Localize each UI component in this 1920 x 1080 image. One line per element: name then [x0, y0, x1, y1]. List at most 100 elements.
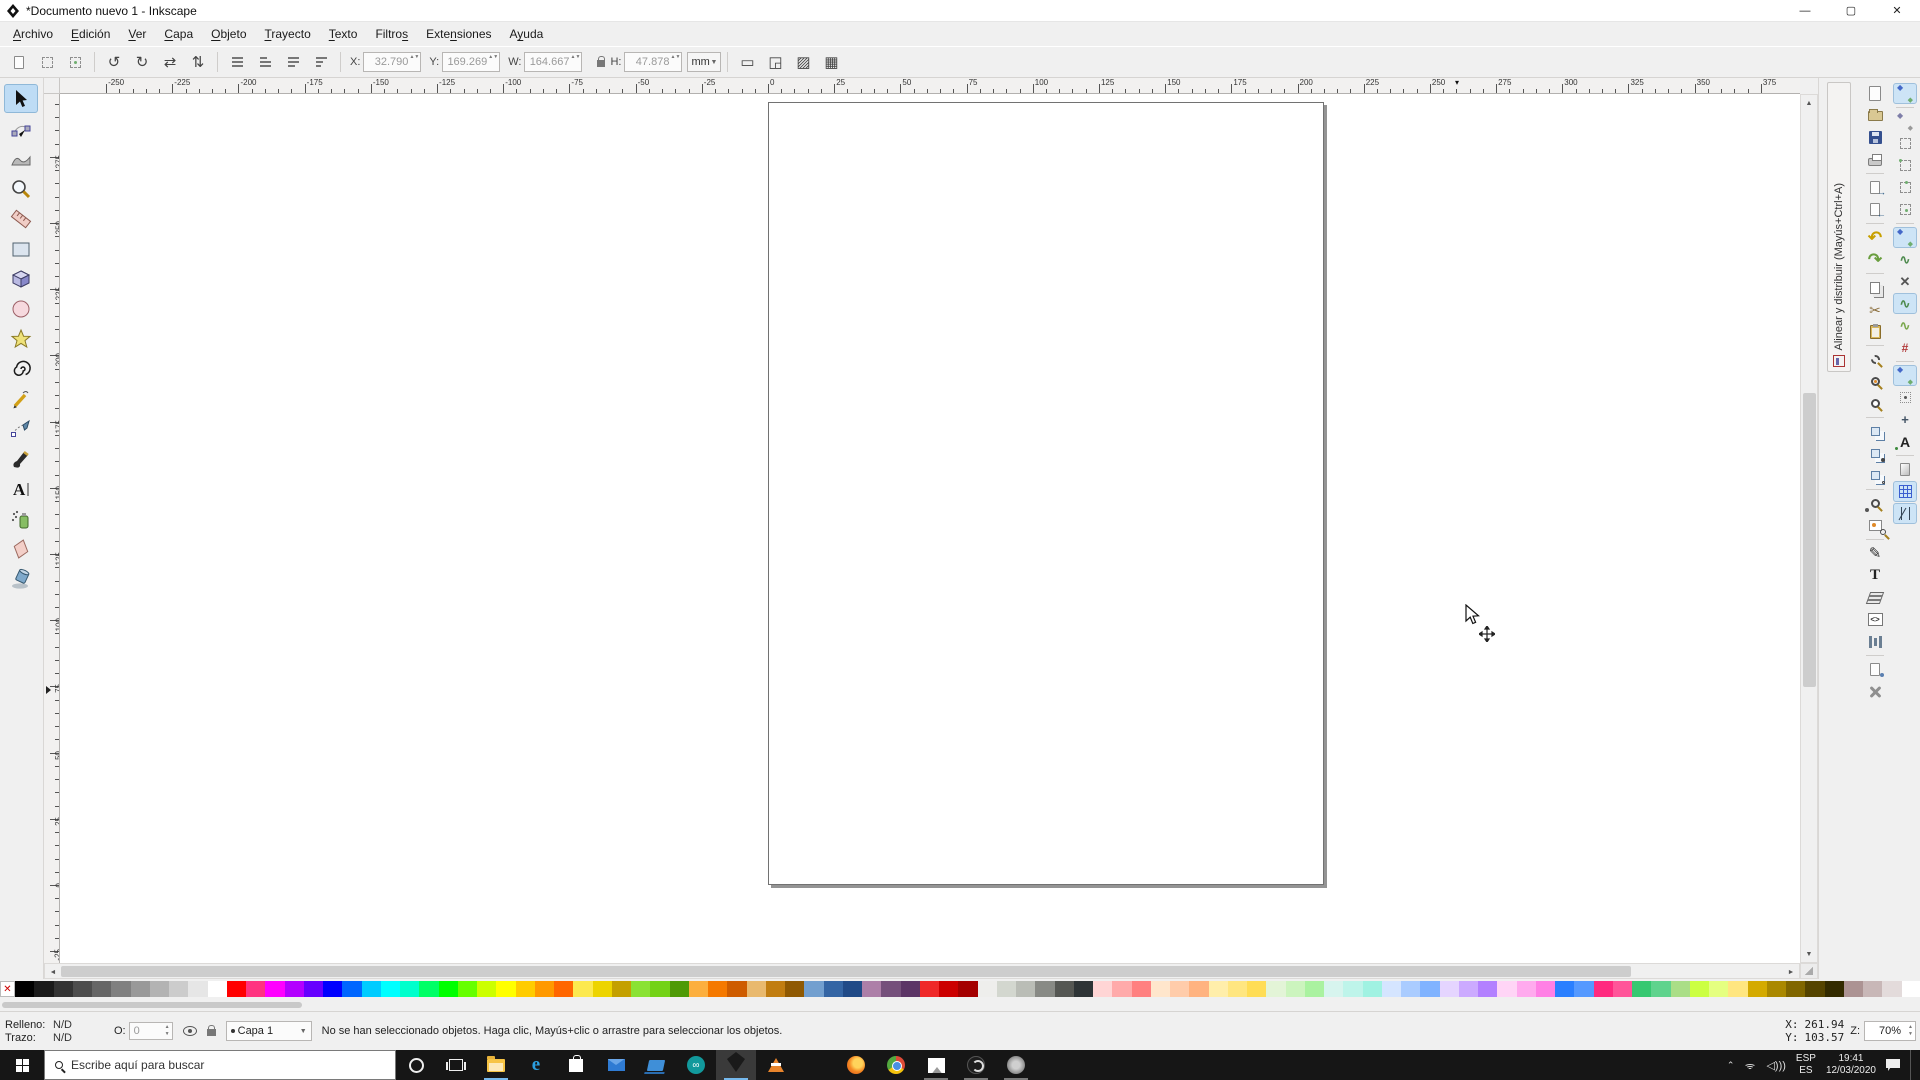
color-swatch[interactable]	[92, 981, 112, 997]
color-swatch[interactable]	[592, 981, 612, 997]
task-view-button[interactable]	[436, 1050, 476, 1080]
color-swatch[interactable]	[400, 981, 420, 997]
paste-button[interactable]	[1863, 321, 1887, 342]
preferences-button[interactable]	[1863, 681, 1887, 702]
color-swatch[interactable]	[111, 981, 131, 997]
color-swatch[interactable]	[457, 981, 477, 997]
horizontal-scroll-thumb[interactable]	[61, 966, 1631, 977]
color-swatch[interactable]	[496, 981, 516, 997]
zoom-drawing-button[interactable]	[1863, 371, 1887, 392]
ellipse-tool[interactable]	[4, 294, 38, 323]
snap-nodes-toggle[interactable]	[1893, 227, 1917, 248]
rectangle-tool[interactable]	[4, 234, 38, 263]
color-swatch[interactable]	[1593, 981, 1613, 997]
color-swatch[interactable]	[669, 981, 689, 997]
unlink-clone-button[interactable]	[1863, 465, 1887, 486]
snap-bbox-centers-toggle[interactable]	[1893, 199, 1917, 220]
deselect-button[interactable]	[62, 49, 88, 75]
layer-visibility-icon[interactable]	[182, 1026, 197, 1036]
calligraphy-tool[interactable]	[4, 444, 38, 473]
layer-lock-icon[interactable]	[206, 1025, 216, 1036]
color-swatch[interactable]	[438, 981, 458, 997]
vertical-ruler[interactable]: -250255075100125150175200225250275	[44, 94, 60, 963]
color-swatch[interactable]	[862, 981, 882, 997]
color-swatch[interactable]	[1150, 981, 1170, 997]
notifications-icon[interactable]	[1886, 1059, 1900, 1071]
color-swatch[interactable]	[323, 981, 343, 997]
snap-cusp-nodes-toggle[interactable]: ∿	[1893, 293, 1917, 314]
menu-capa[interactable]: Capa	[155, 24, 202, 44]
color-swatch[interactable]	[1189, 981, 1209, 997]
scale-corners-toggle[interactable]: ◲	[762, 49, 788, 75]
taskbar-app-store[interactable]	[556, 1050, 596, 1080]
color-swatch[interactable]	[1574, 981, 1594, 997]
color-swatch[interactable]	[823, 981, 843, 997]
scroll-right-arrow[interactable]: ►	[1783, 964, 1799, 980]
color-swatch[interactable]	[1824, 981, 1844, 997]
tweak-tool[interactable]	[4, 144, 38, 173]
snap-page-border-toggle[interactable]	[1893, 459, 1917, 480]
x-input[interactable]: 32.790 ▲▼	[363, 52, 422, 72]
menu-filtros[interactable]: Filtros	[366, 24, 417, 44]
clock[interactable]: 19:41 12/03/2020	[1826, 1053, 1876, 1077]
color-swatch[interactable]	[1304, 981, 1324, 997]
color-swatch[interactable]	[727, 981, 747, 997]
rotate-90-ccw-button[interactable]: ↺	[101, 49, 127, 75]
color-swatch[interactable]	[15, 981, 35, 997]
color-swatch[interactable]	[1247, 981, 1267, 997]
menu-archivo[interactable]: Archivo	[4, 24, 62, 44]
color-swatch[interactable]	[1497, 981, 1517, 997]
color-swatch[interactable]	[573, 981, 593, 997]
clone-button[interactable]	[1863, 443, 1887, 464]
taskbar-app-media-app[interactable]	[996, 1050, 1036, 1080]
color-swatch[interactable]	[1093, 981, 1113, 997]
text-tool[interactable]: A	[4, 474, 38, 503]
raise-to-top-button[interactable]	[224, 49, 250, 75]
color-swatch[interactable]	[1131, 981, 1151, 997]
color-swatch[interactable]	[1208, 981, 1228, 997]
vertical-scrollbar[interactable]: ▲ ▼	[1800, 94, 1818, 963]
color-swatch[interactable]	[1555, 981, 1575, 997]
snap-bbox-edges-toggle[interactable]	[1893, 133, 1917, 154]
color-swatch[interactable]	[842, 981, 862, 997]
color-swatch[interactable]	[1016, 981, 1036, 997]
color-swatch[interactable]	[1381, 981, 1401, 997]
color-swatch[interactable]	[958, 981, 978, 997]
color-swatch[interactable]	[149, 981, 169, 997]
box-3d-tool[interactable]	[4, 264, 38, 293]
paint-bucket-tool[interactable]	[4, 564, 38, 593]
snap-text-anchors-toggle[interactable]: A	[1893, 431, 1917, 452]
zoom-selection-button[interactable]	[1863, 349, 1887, 370]
color-swatch[interactable]	[919, 981, 939, 997]
color-swatch[interactable]	[804, 981, 824, 997]
snap-grids-toggle[interactable]	[1893, 481, 1917, 502]
color-swatch[interactable]	[1266, 981, 1286, 997]
color-swatch[interactable]	[939, 981, 959, 997]
color-swatch[interactable]	[1054, 981, 1074, 997]
color-swatch[interactable]	[72, 981, 92, 997]
color-swatch[interactable]	[246, 981, 266, 997]
measure-tool[interactable]	[4, 204, 38, 233]
fill-stroke-dialog-button[interactable]: ✎	[1863, 543, 1887, 564]
snap-smooth-nodes-toggle[interactable]: ∿	[1893, 315, 1917, 336]
color-swatch[interactable]	[554, 981, 574, 997]
color-swatch[interactable]	[881, 981, 901, 997]
snap-rotation-centers-toggle[interactable]: +	[1893, 409, 1917, 430]
volume-icon[interactable]: ◁)))	[1766, 1059, 1785, 1072]
import-button[interactable]: →	[1863, 177, 1887, 198]
color-swatch[interactable]	[1728, 981, 1748, 997]
horizontal-scrollbar[interactable]: ◄ ►	[44, 963, 1800, 979]
lower-to-bottom-button[interactable]	[308, 49, 334, 75]
color-swatch[interactable]	[284, 981, 304, 997]
selector-tool[interactable]	[4, 84, 38, 113]
snap-bounding-box-toggle[interactable]	[1893, 111, 1917, 132]
align-distribute-dock-tab[interactable]: Alinear y distribuir (Mayús+Ctrl+A)	[1827, 82, 1851, 372]
color-swatch[interactable]	[1439, 981, 1459, 997]
opacity-input[interactable]: 0 ▲ ▼	[128, 1022, 173, 1040]
new-document-button[interactable]	[1863, 83, 1887, 104]
color-swatch[interactable]	[708, 981, 728, 997]
color-swatch[interactable]	[1170, 981, 1190, 997]
color-swatch[interactable]	[1324, 981, 1344, 997]
snap-guides-toggle[interactable]	[1893, 503, 1917, 524]
copy-button[interactable]	[1863, 277, 1887, 298]
